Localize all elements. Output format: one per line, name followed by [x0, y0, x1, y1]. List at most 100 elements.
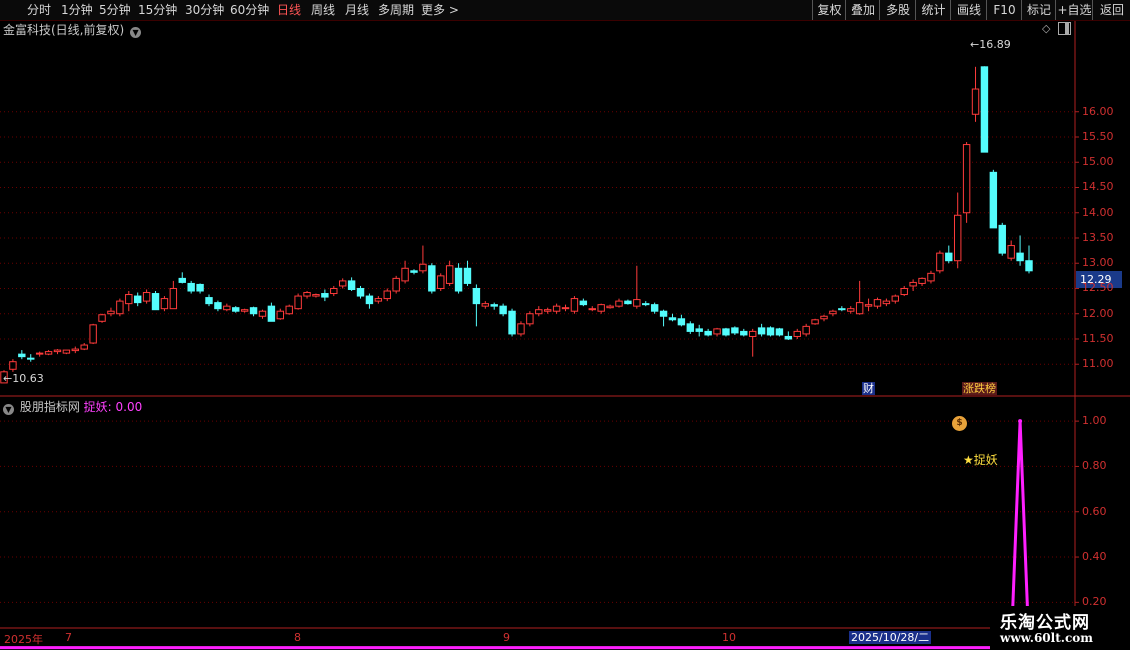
left-arrow-icon: ← [3, 372, 13, 385]
candle-body-69 [615, 300, 623, 307]
finance-badge[interactable]: 财 [862, 382, 875, 395]
candle-body-16 [142, 292, 151, 302]
main-ytick-label-1: 11.50 [1082, 331, 1114, 345]
candle-body-12 [107, 310, 115, 315]
candle-body-41 [365, 295, 374, 305]
candle-body-104 [927, 272, 935, 282]
candle-body-113 [1007, 245, 1015, 259]
candle-body-44 [392, 277, 400, 292]
candle-body-46 [410, 270, 418, 273]
candle-body-68 [606, 305, 614, 309]
indicator-peak-point [1018, 419, 1023, 424]
main-ytick-label-9: 15.50 [1082, 129, 1114, 143]
candle-body-37 [330, 287, 338, 295]
candle-body-1 [9, 361, 17, 370]
sub-ytick-label-1: 0.40 [1082, 550, 1107, 564]
candle-body-84 [748, 330, 757, 337]
candle-body-26 [232, 307, 240, 312]
candle-body-97 [864, 304, 873, 307]
candle-body-89 [793, 330, 801, 337]
indicator-line [0, 421, 1083, 650]
main-ytick-label-7: 14.50 [1082, 180, 1114, 194]
candle-body-33 [294, 295, 302, 310]
candle-body-77 [686, 323, 695, 332]
candle-body-78 [695, 328, 703, 332]
candle-body-27 [240, 309, 249, 312]
candle-body-18 [160, 298, 169, 310]
candle-body-20 [178, 277, 186, 283]
watermark-url: www.60lt.com [1000, 631, 1093, 645]
candle-body-67 [597, 304, 605, 312]
candle-body-47 [419, 263, 427, 272]
candle-body-108 [962, 144, 971, 214]
candle-body-110 [980, 66, 989, 153]
candle-body-100 [891, 295, 900, 302]
candle-body-19 [169, 287, 178, 310]
candle-body-23 [205, 297, 213, 305]
x-month-7: 7 [65, 631, 72, 644]
indicator-value: 捉妖: 0.00 [83, 400, 143, 414]
candle-body-40 [356, 287, 365, 297]
candle-body-45 [401, 267, 409, 282]
low-marker-value: 10.63 [12, 372, 44, 385]
site-watermark: 乐淘公式网 www.60lt.com [990, 606, 1130, 650]
candle-body-111 [989, 171, 998, 229]
sub-ytick-label-3: 0.80 [1082, 459, 1107, 473]
candle-body-88 [784, 335, 793, 340]
candle-body-79 [704, 330, 712, 336]
panel-toggle-icon[interactable] [1058, 22, 1071, 35]
candle-body-80 [713, 328, 721, 335]
candle-body-28 [249, 307, 258, 315]
candle-body-53 [472, 287, 481, 305]
main-ytick-label-10: 16.00 [1082, 104, 1114, 118]
signal-text: 捉妖 [973, 453, 998, 467]
candle-body-95 [847, 308, 855, 312]
candle-body-66 [588, 308, 596, 311]
candle-body-15 [133, 295, 142, 304]
candle-body-65 [579, 300, 588, 306]
candle-body-48 [428, 265, 436, 292]
candle-body-87 [775, 328, 784, 336]
candle-body-4 [35, 352, 44, 355]
candle-body-25 [223, 305, 231, 311]
rank-badge[interactable]: 涨跌榜 [962, 382, 997, 395]
candle-body-57 [508, 310, 516, 335]
candle-body-56 [499, 305, 507, 315]
candle-body-14 [125, 294, 133, 305]
main-ytick-label-4: 13.00 [1082, 256, 1114, 270]
candle-body-86 [766, 327, 775, 336]
candle-body-60 [535, 309, 543, 315]
main-ytick-label-8: 15.00 [1082, 155, 1114, 169]
candle-body-94 [838, 308, 846, 311]
candle-body-72 [642, 303, 650, 306]
candle-body-101 [900, 287, 908, 296]
candle-body-58 [517, 323, 525, 335]
candle-body-70 [624, 300, 632, 305]
watermark-name: 乐淘公式网 [1000, 613, 1090, 633]
candle-body-96 [855, 302, 864, 315]
candle-body-51 [454, 267, 463, 292]
stock-title: 金富科技(日线,前复权) [3, 23, 125, 37]
chevron-down-icon[interactable]: ▼ [3, 404, 14, 415]
candle-body-81 [722, 328, 730, 336]
candle-body-109 [971, 88, 980, 115]
candle-body-83 [740, 330, 748, 336]
indicator-name: 股朋指标网 [19, 400, 80, 414]
candle-body-36 [321, 293, 329, 298]
candle-body-17 [151, 293, 160, 311]
candle-body-38 [338, 280, 347, 287]
x-month-10: 10 [722, 631, 736, 644]
sub-panel-title-row: ▼ 股朋指标网 捉妖: 0.00 [3, 398, 142, 415]
candle-body-21 [187, 282, 195, 292]
candle-body-103 [918, 277, 926, 284]
diamond-icon[interactable]: ◇ [1042, 22, 1050, 35]
candle-body-98 [873, 299, 882, 307]
candle-body-6 [53, 349, 62, 353]
candle-body-107 [953, 214, 962, 262]
candle-body-52 [463, 267, 472, 284]
main-ytick-label-6: 14.00 [1082, 205, 1114, 219]
candle-body-99 [882, 300, 891, 305]
candle-body-30 [267, 305, 276, 322]
high-marker: ←16.89 [970, 38, 1011, 51]
chevron-down-icon[interactable]: ▼ [130, 27, 142, 38]
